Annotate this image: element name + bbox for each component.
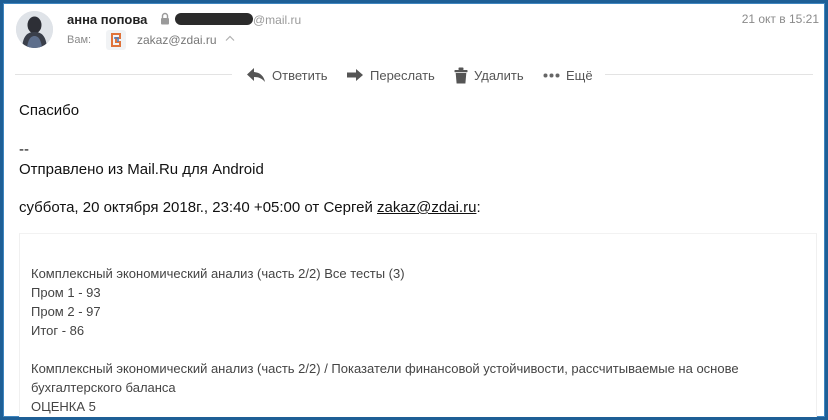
reply-arrow-icon bbox=[247, 68, 265, 82]
email-header: анна попова @mail.ru 21 окт в 15:21 Вам:… bbox=[3, 3, 825, 61]
quote-header: суббота, 20 октября 2018г., 23:40 +05:00… bbox=[19, 199, 481, 216]
quote-header-prefix: суббота, 20 октября 2018г., 23:40 +05:00… bbox=[19, 199, 377, 216]
quote-header-suffix: : bbox=[476, 199, 481, 216]
email-window: анна попова @mail.ru 21 окт в 15:21 Вам:… bbox=[0, 0, 828, 420]
more-dots-icon bbox=[543, 73, 560, 77]
quoted-line: Пром 2 - 97 bbox=[31, 304, 101, 319]
quoted-line: Комплексный экономический анализ (часть … bbox=[31, 361, 739, 376]
reply-button[interactable]: Ответить bbox=[246, 65, 328, 85]
forward-arrow-icon bbox=[347, 69, 363, 81]
chevron-up-icon[interactable] bbox=[225, 34, 235, 42]
sender-domain: @mail.ru bbox=[253, 13, 302, 27]
to-label: Вам: bbox=[67, 34, 92, 46]
signature-text: Отправлено из Mail.Ru для Android bbox=[19, 161, 264, 178]
redacted-sender-address bbox=[175, 13, 253, 25]
more-button[interactable]: Ещё bbox=[543, 65, 593, 85]
quoted-line: бухгалтерского баланса bbox=[31, 380, 176, 395]
recipient-logo-icon bbox=[106, 30, 126, 50]
quote-sender-email-link[interactable]: zakaz@zdai.ru bbox=[377, 199, 476, 216]
quoted-line: Комплексный экономический анализ (часть … bbox=[31, 266, 405, 281]
delete-label: Удалить bbox=[474, 67, 524, 83]
delete-button[interactable]: Удалить bbox=[454, 65, 524, 85]
trash-icon bbox=[454, 67, 468, 83]
recipient-email[interactable]: zakaz@zdai.ru bbox=[137, 33, 217, 47]
sender-name[interactable]: анна попова bbox=[67, 12, 147, 27]
message-toolbar: Ответить Переслать Удалить Ещё bbox=[3, 61, 825, 89]
avatar-photo bbox=[16, 11, 53, 48]
reply-label: Ответить bbox=[272, 67, 328, 83]
more-label: Ещё bbox=[566, 67, 593, 83]
signature-separator: -- bbox=[19, 141, 29, 158]
forward-button[interactable]: Переслать bbox=[346, 65, 435, 85]
quoted-line: Итог - 86 bbox=[31, 323, 85, 338]
avatar[interactable] bbox=[16, 11, 53, 48]
quoted-message: Комплексный экономический анализ (часть … bbox=[19, 233, 817, 417]
lock-icon bbox=[161, 12, 169, 25]
greeting-text: Спасибо bbox=[19, 102, 80, 119]
toolbar-divider-left bbox=[15, 74, 232, 75]
forward-label: Переслать bbox=[370, 67, 435, 83]
quoted-line: ОЦЕНКА 5 bbox=[31, 399, 96, 414]
quoted-line: Пром 1 - 93 bbox=[31, 285, 101, 300]
toolbar-divider-right bbox=[605, 74, 813, 75]
message-date: 21 окт в 15:21 bbox=[741, 12, 819, 26]
